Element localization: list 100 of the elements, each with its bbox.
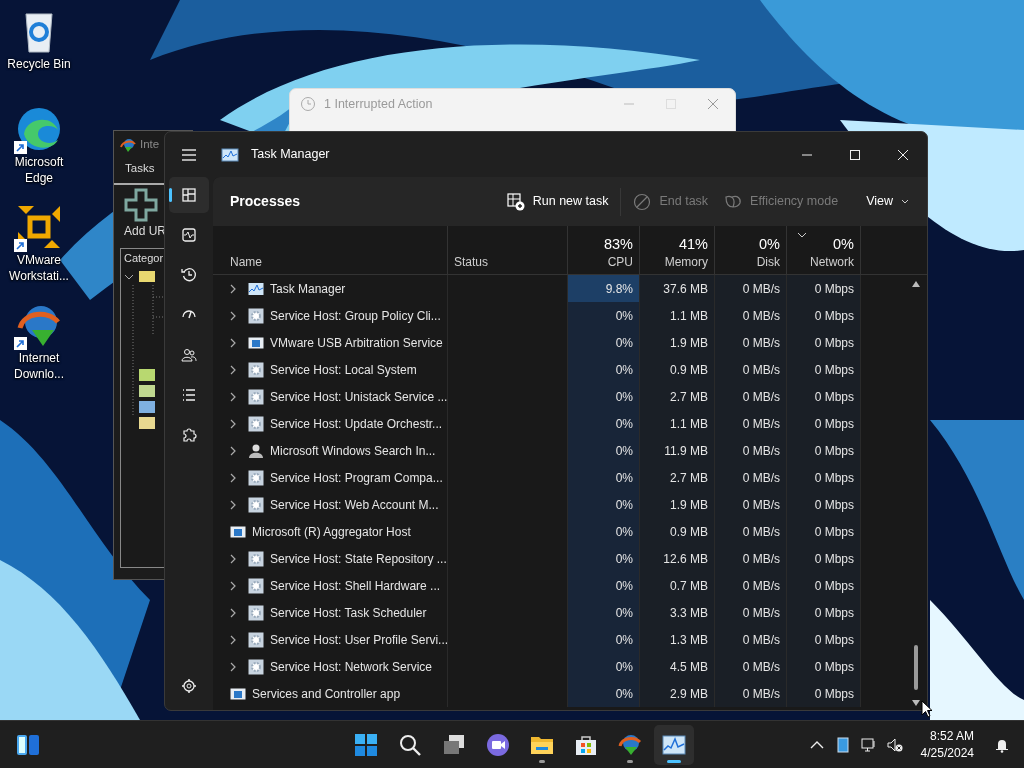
chart-icon bbox=[221, 146, 239, 163]
column-label: Disk bbox=[756, 254, 780, 270]
column-header[interactable]: 83% CPU bbox=[568, 226, 640, 274]
sort-icon bbox=[797, 232, 807, 238]
process-name[interactable]: VMware USB Arbitration Service bbox=[270, 333, 443, 352]
column-header: Categor bbox=[123, 250, 165, 266]
clock-icon bbox=[300, 96, 316, 113]
expand-icon[interactable] bbox=[230, 634, 236, 645]
grid-icon bbox=[181, 187, 197, 203]
table-cell: 12.6 MB bbox=[640, 545, 715, 572]
expand-icon[interactable] bbox=[230, 553, 236, 564]
column-header[interactable]: 41% Memory bbox=[640, 226, 715, 274]
table-cell: 1.3 MB bbox=[640, 626, 715, 653]
table-cell: 0% bbox=[568, 599, 640, 626]
table-cell: 0 Mbps bbox=[787, 545, 861, 572]
icon-label[interactable]: Microsoft Edge bbox=[2, 154, 76, 186]
scroll-up-icon[interactable] bbox=[912, 281, 920, 287]
column-label: Network bbox=[810, 254, 854, 270]
process-name[interactable]: Service Host: Task Scheduler bbox=[270, 603, 427, 622]
process-name[interactable]: Service Host: Group Policy Cli... bbox=[270, 306, 441, 325]
plus-icon bbox=[124, 187, 158, 222]
gear-icon bbox=[248, 631, 264, 648]
expand-icon[interactable] bbox=[230, 337, 236, 348]
nav-button[interactable] bbox=[169, 177, 209, 213]
expand-icon[interactable] bbox=[230, 283, 236, 294]
process-name[interactable]: Service Host: Shell Hardware ... bbox=[270, 576, 441, 595]
chart-icon bbox=[662, 732, 686, 757]
process-name[interactable]: Service Host: User Profile Servi... bbox=[270, 630, 449, 649]
maximize-icon[interactable] bbox=[849, 148, 861, 161]
table-cell: 0 MB/s bbox=[715, 464, 787, 491]
table-cell: 3.3 MB bbox=[640, 599, 715, 626]
column-label: Status bbox=[454, 254, 489, 270]
process-name[interactable]: Services and Controller app bbox=[252, 684, 401, 703]
process-name[interactable]: Microsoft (R) Aggregator Host bbox=[252, 522, 411, 541]
column-header[interactable]: 0% Disk bbox=[715, 226, 787, 274]
expand-icon[interactable] bbox=[230, 310, 236, 321]
table-cell: 0 Mbps bbox=[787, 626, 861, 653]
table-cell: 0 MB/s bbox=[715, 275, 787, 302]
table-cell: 0 MB/s bbox=[715, 626, 787, 653]
expand-icon[interactable] bbox=[230, 472, 236, 483]
table-cell: 0 MB/s bbox=[715, 437, 787, 464]
table-cell: 0 MB/s bbox=[715, 680, 787, 707]
table-cell: 1.1 MB bbox=[640, 302, 715, 329]
network-icon[interactable] bbox=[860, 736, 877, 753]
toolbar-button[interactable]: Run new task bbox=[498, 188, 617, 215]
table-cell: 0 Mbps bbox=[787, 464, 861, 491]
menu-icon bbox=[181, 147, 197, 162]
chart-icon bbox=[248, 280, 264, 297]
person-icon bbox=[248, 442, 264, 459]
gear-icon bbox=[248, 469, 264, 486]
column-total: 0% bbox=[759, 235, 780, 254]
column-label: Memory bbox=[664, 254, 708, 270]
process-name[interactable]: Task Manager bbox=[270, 279, 346, 298]
table-cell: 0.9 MB bbox=[640, 356, 715, 383]
table-cell: 9.8% bbox=[568, 275, 640, 302]
table-cell: 0% bbox=[568, 464, 640, 491]
table-cell: 0 Mbps bbox=[787, 680, 861, 707]
icon-label[interactable]: Internet Downlo... bbox=[2, 350, 76, 382]
column-header[interactable]: Name bbox=[213, 226, 448, 274]
expand-icon[interactable] bbox=[230, 661, 236, 672]
gear-icon bbox=[248, 658, 264, 675]
table-cell: 0 Mbps bbox=[787, 437, 861, 464]
run-task-icon bbox=[506, 192, 525, 211]
expand-icon[interactable] bbox=[230, 418, 236, 429]
icon-label[interactable]: VMware Workstati... bbox=[2, 252, 76, 284]
shortcut-icon bbox=[14, 337, 27, 350]
video-call-icon bbox=[486, 732, 510, 757]
expand-icon[interactable] bbox=[230, 607, 236, 618]
column-total: 83% bbox=[603, 235, 633, 254]
expand-icon[interactable] bbox=[230, 445, 236, 456]
process-name[interactable]: Service Host: Unistack Service ... bbox=[270, 387, 448, 406]
table-cell: 0% bbox=[568, 329, 640, 356]
process-name[interactable]: Service Host: State Repository ... bbox=[270, 549, 447, 568]
tablet-icon[interactable] bbox=[834, 736, 851, 753]
widgets-icon bbox=[16, 733, 40, 756]
process-name[interactable]: Microsoft Windows Search In... bbox=[270, 441, 436, 460]
table-cell: 2.7 MB bbox=[640, 383, 715, 410]
expand-icon[interactable] bbox=[230, 580, 236, 591]
table-cell: 0% bbox=[568, 653, 640, 680]
expand-icon[interactable] bbox=[230, 391, 236, 402]
column-total: 41% bbox=[678, 235, 708, 254]
muted-speaker-icon[interactable] bbox=[886, 736, 903, 753]
task-view-icon bbox=[442, 732, 466, 757]
process-name[interactable]: Service Host: Program Compa... bbox=[270, 468, 443, 487]
column-header[interactable]: 0% Network bbox=[787, 226, 861, 274]
process-name[interactable]: Service Host: Network Service bbox=[270, 657, 433, 676]
view-dropdown[interactable]: View bbox=[858, 188, 917, 215]
process-name[interactable]: Service Host: Local System bbox=[270, 360, 417, 379]
expand-icon[interactable] bbox=[230, 364, 236, 375]
icon-label[interactable]: Recycle Bin bbox=[2, 56, 76, 72]
expand-icon[interactable] bbox=[230, 499, 236, 510]
process-name[interactable]: Service Host: Web Account M... bbox=[270, 495, 439, 514]
scrollbar-thumb[interactable] bbox=[914, 645, 918, 690]
scroll-down-icon[interactable] bbox=[912, 700, 920, 706]
process-name[interactable]: Service Host: Update Orchestr... bbox=[270, 414, 443, 433]
table-cell: 0 MB/s bbox=[715, 518, 787, 545]
table-cell: 0% bbox=[568, 680, 640, 707]
table-cell: 0 MB/s bbox=[715, 410, 787, 437]
column-header[interactable]: Status bbox=[448, 226, 568, 274]
taskbar-button[interactable] bbox=[654, 724, 694, 765]
